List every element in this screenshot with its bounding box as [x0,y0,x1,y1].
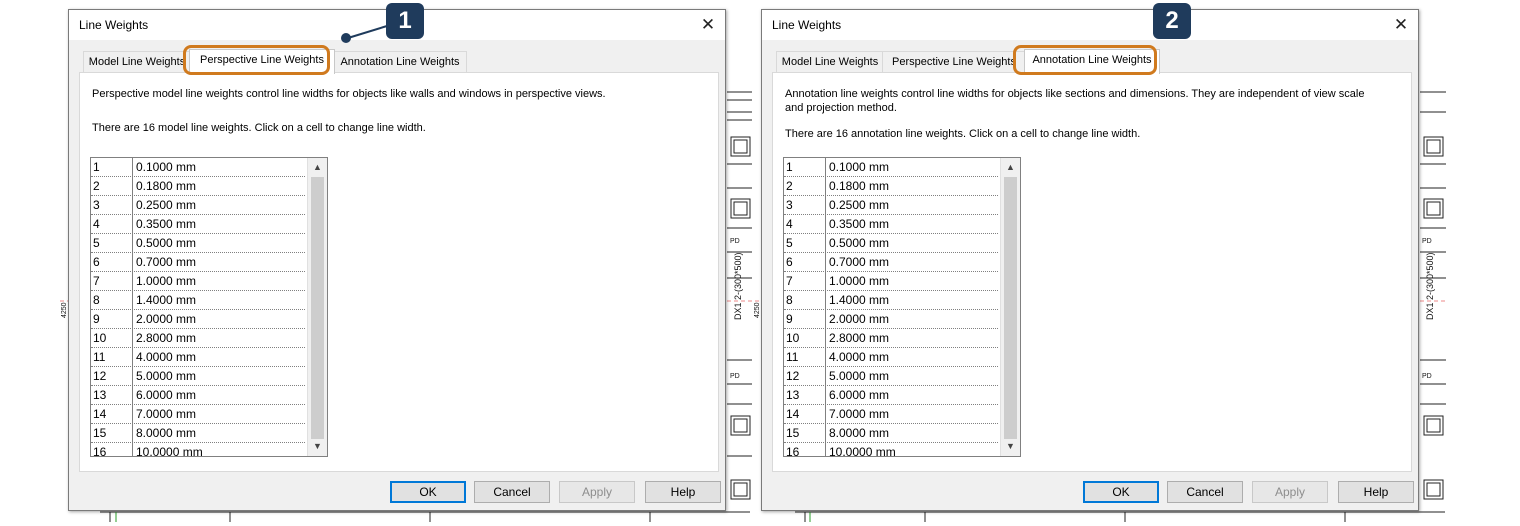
callout-badge-2: 2 [1153,3,1191,39]
callout-badge-1: 1 [386,3,424,39]
callout-leader [341,25,388,43]
